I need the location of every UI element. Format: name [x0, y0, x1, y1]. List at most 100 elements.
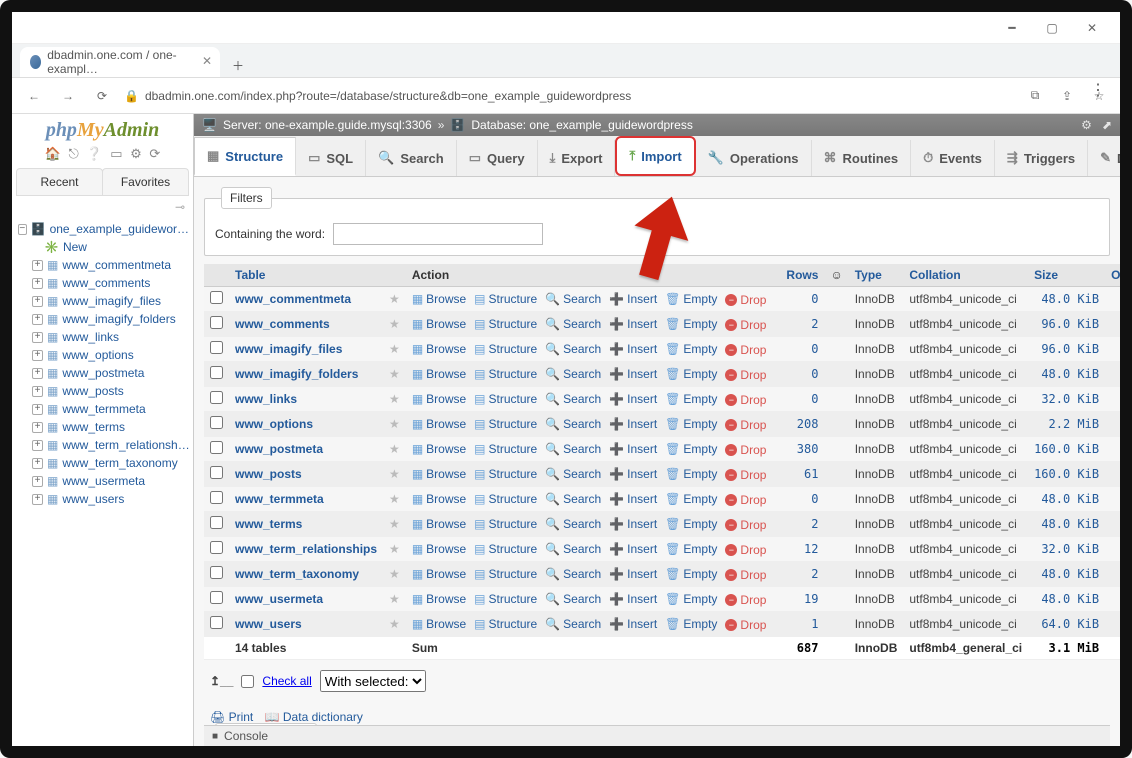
- drop-link[interactable]: −Drop: [725, 393, 766, 407]
- with-selected-dropdown[interactable]: With selected:: [320, 670, 426, 692]
- favorite-star-icon[interactable]: ★: [389, 542, 400, 556]
- maximize-button[interactable]: ▢: [1032, 14, 1072, 42]
- favorite-star-icon[interactable]: ★: [389, 417, 400, 431]
- tree-expand-icon[interactable]: +: [32, 404, 43, 415]
- insert-link[interactable]: ➕Insert: [609, 342, 657, 356]
- tree-table-link[interactable]: www_comments: [62, 276, 150, 290]
- tree-expand-icon[interactable]: +: [32, 458, 43, 469]
- tab-import[interactable]: ⤒Import: [615, 136, 695, 176]
- table-name-link[interactable]: www_options: [235, 417, 313, 431]
- favorite-star-icon[interactable]: ★: [389, 442, 400, 456]
- new-tab-button[interactable]: ＋: [226, 53, 250, 77]
- drop-link[interactable]: −Drop: [725, 318, 766, 332]
- tree-new-link[interactable]: New: [63, 240, 87, 254]
- sql-icon[interactable]: ▭: [110, 146, 122, 161]
- tab-search[interactable]: 🔍Search: [366, 140, 457, 176]
- table-name-link[interactable]: www_imagify_folders: [235, 367, 358, 381]
- browse-link[interactable]: ▦Browse: [412, 517, 466, 531]
- search-link[interactable]: 🔍Search: [545, 342, 601, 356]
- table-name-link[interactable]: www_term_relationships: [235, 542, 377, 556]
- search-link[interactable]: 🔍Search: [545, 417, 601, 431]
- drop-link[interactable]: −Drop: [725, 568, 766, 582]
- table-name-link[interactable]: www_comments: [235, 317, 330, 331]
- crumb-db[interactable]: Database: one_example_guidewordpress: [471, 118, 692, 132]
- row-checkbox[interactable]: [210, 366, 223, 379]
- close-window-button[interactable]: ✕: [1072, 14, 1112, 42]
- search-link[interactable]: 🔍Search: [545, 367, 601, 381]
- tree-expand-icon[interactable]: +: [32, 296, 43, 307]
- table-name-link[interactable]: www_posts: [235, 467, 302, 481]
- table-name-link[interactable]: www_term_taxonomy: [235, 567, 359, 581]
- structure-link[interactable]: ▤Structure: [474, 567, 537, 581]
- tab-close-button[interactable]: ✕: [202, 54, 212, 68]
- structure-link[interactable]: ▤Structure: [474, 542, 537, 556]
- table-name-link[interactable]: www_termmeta: [235, 492, 324, 506]
- insert-link[interactable]: ➕Insert: [609, 367, 657, 381]
- browser-menu-button[interactable]: ⋮: [1090, 80, 1106, 100]
- empty-link[interactable]: 🗑Empty: [665, 567, 717, 581]
- search-link[interactable]: 🔍Search: [545, 317, 601, 331]
- drop-link[interactable]: −Drop: [725, 593, 766, 607]
- tab-designer[interactable]: ✎Designer: [1088, 140, 1132, 176]
- browse-link[interactable]: ▦Browse: [412, 417, 466, 431]
- drop-link[interactable]: −Drop: [725, 518, 766, 532]
- tree-collapse-icon[interactable]: −: [18, 224, 27, 235]
- structure-link[interactable]: ▤Structure: [474, 342, 537, 356]
- empty-link[interactable]: 🗑Empty: [665, 442, 717, 456]
- row-checkbox[interactable]: [210, 591, 223, 604]
- search-link[interactable]: 🔍Search: [545, 592, 601, 606]
- search-link[interactable]: 🔍Search: [545, 567, 601, 581]
- insert-link[interactable]: ➕Insert: [609, 442, 657, 456]
- structure-link[interactable]: ▤Structure: [474, 392, 537, 406]
- insert-link[interactable]: ➕Insert: [609, 292, 657, 306]
- insert-link[interactable]: ➕Insert: [609, 392, 657, 406]
- check-all-checkbox[interactable]: [241, 675, 254, 688]
- tree-expand-icon[interactable]: +: [32, 422, 43, 433]
- tab-triggers[interactable]: ⇶Triggers: [995, 140, 1088, 176]
- search-link[interactable]: 🔍Search: [545, 517, 601, 531]
- collapse-tree-icon[interactable]: ⊸: [175, 200, 185, 214]
- favorite-star-icon[interactable]: ★: [389, 467, 400, 481]
- row-checkbox[interactable]: [210, 291, 223, 304]
- drop-link[interactable]: −Drop: [725, 368, 766, 382]
- drop-link[interactable]: −Drop: [725, 293, 766, 307]
- tree-table-link[interactable]: www_options: [62, 348, 133, 362]
- favorite-star-icon[interactable]: ★: [389, 567, 400, 581]
- empty-link[interactable]: 🗑Empty: [665, 392, 717, 406]
- col-rows[interactable]: Rows: [780, 264, 824, 287]
- drop-link[interactable]: −Drop: [725, 418, 766, 432]
- tree-expand-icon[interactable]: +: [32, 314, 43, 325]
- tree-table-link[interactable]: www_links: [62, 330, 119, 344]
- tree-expand-icon[interactable]: +: [32, 476, 43, 487]
- tree-table-link[interactable]: www_commentmeta: [62, 258, 171, 272]
- row-checkbox[interactable]: [210, 466, 223, 479]
- tab-routines[interactable]: ⌘Routines: [812, 140, 912, 176]
- tree-table-link[interactable]: www_imagify_folders: [62, 312, 175, 326]
- browse-link[interactable]: ▦Browse: [412, 542, 466, 556]
- search-link[interactable]: 🔍Search: [545, 492, 601, 506]
- row-checkbox[interactable]: [210, 341, 223, 354]
- empty-link[interactable]: 🗑Empty: [665, 517, 717, 531]
- drop-link[interactable]: −Drop: [725, 493, 766, 507]
- sidebar-tab-favorites[interactable]: Favorites: [102, 168, 189, 195]
- drop-link[interactable]: −Drop: [725, 468, 766, 482]
- favorite-star-icon[interactable]: ★: [389, 492, 400, 506]
- tab-sql[interactable]: ▭SQL: [296, 140, 366, 176]
- browse-link[interactable]: ▦Browse: [412, 442, 466, 456]
- search-link[interactable]: 🔍Search: [545, 542, 601, 556]
- url-display[interactable]: 🔒 dbadmin.one.com/index.php?route=/datab…: [124, 89, 1014, 103]
- tree-table-link[interactable]: www_postmeta: [62, 366, 144, 380]
- console-bar[interactable]: ■ Console: [204, 725, 1110, 746]
- reload-button[interactable]: ⟳: [90, 84, 114, 108]
- tab-events[interactable]: ⏱Events: [911, 140, 995, 176]
- row-checkbox[interactable]: [210, 441, 223, 454]
- logout-icon[interactable]: ⎋: [68, 146, 78, 161]
- browse-link[interactable]: ▦Browse: [412, 567, 466, 581]
- insert-link[interactable]: ➕Insert: [609, 417, 657, 431]
- structure-link[interactable]: ▤Structure: [474, 592, 537, 606]
- browse-link[interactable]: ▦Browse: [412, 317, 466, 331]
- structure-link[interactable]: ▤Structure: [474, 467, 537, 481]
- browser-tab[interactable]: dbadmin.one.com / one-exampl… ✕: [20, 47, 220, 77]
- table-name-link[interactable]: www_imagify_files: [235, 342, 342, 356]
- browse-link[interactable]: ▦Browse: [412, 342, 466, 356]
